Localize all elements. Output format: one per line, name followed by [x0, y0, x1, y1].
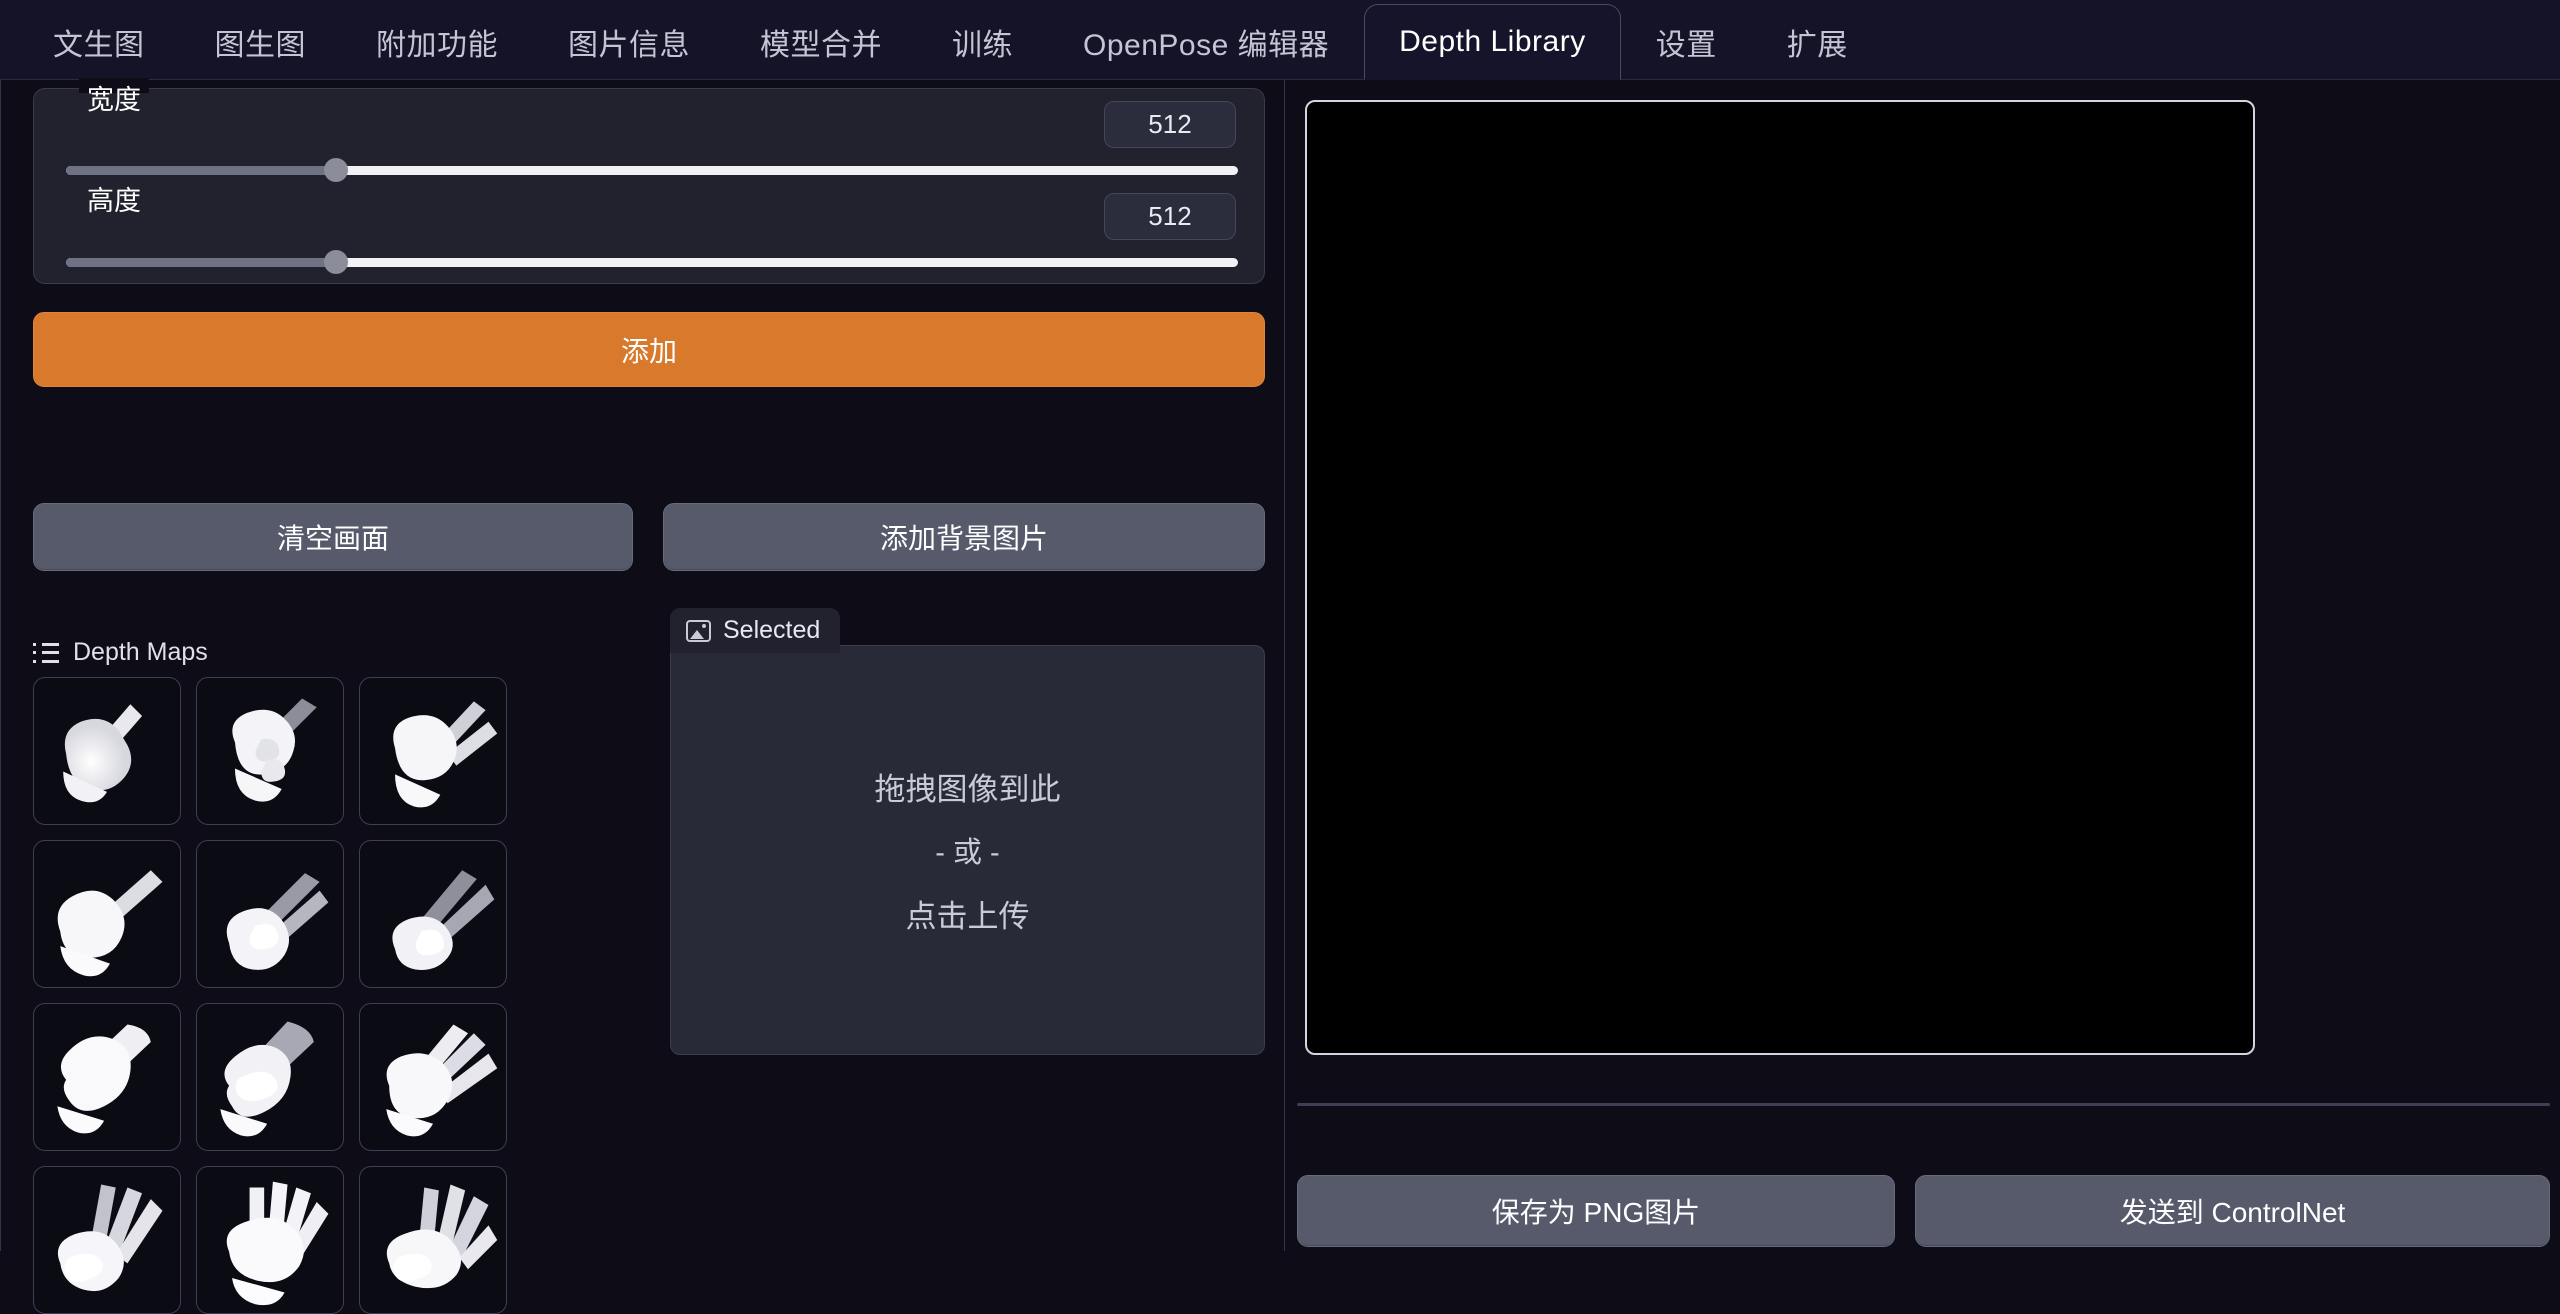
tab-image-to-image[interactable]: 图生图	[180, 3, 342, 79]
depth-map-thumb-hand-three-spread[interactable]	[33, 1166, 181, 1314]
send-to-controlnet-button[interactable]: 发送到 ControlNet	[1915, 1175, 2550, 1247]
add-background-image-button[interactable]: 添加背景图片	[663, 503, 1265, 571]
depth-map-thumb-hand-three-fingers[interactable]	[359, 1003, 507, 1151]
panel-left-edge	[0, 80, 1, 1251]
left-panel: 宽度 512 高度 512 添加 清空画面 添加背景图片 Depth Maps …	[0, 78, 1285, 1314]
tab-openpose-editor[interactable]: OpenPose 编辑器	[1048, 3, 1364, 79]
canvas-divider	[1297, 1103, 2550, 1106]
width-control-row: 宽度 512	[34, 78, 1266, 185]
image-icon	[686, 619, 711, 642]
selected-badge: Selected	[670, 608, 841, 653]
depth-maps-title: Depth Maps	[73, 638, 208, 666]
width-slider-fill	[66, 166, 336, 175]
depth-map-thumb-hand-flat-1[interactable]	[33, 1003, 181, 1151]
width-input[interactable]: 512	[1104, 101, 1236, 148]
tab-train[interactable]: 训练	[917, 3, 1048, 79]
height-slider-thumb[interactable]	[323, 250, 348, 274]
tab-settings[interactable]: 设置	[1621, 3, 1752, 79]
width-slider-thumb[interactable]	[323, 158, 348, 182]
height-slider[interactable]	[66, 250, 1238, 274]
dropzone-line-or: - 或 -	[935, 837, 1000, 869]
dimension-controls-panel: 宽度 512 高度 512	[33, 78, 1266, 284]
depth-map-thumb-hand-four-fingers[interactable]	[359, 1166, 507, 1314]
tab-png-info[interactable]: 图片信息	[533, 3, 725, 79]
width-label: 宽度	[79, 78, 149, 117]
dropzone-line-drag: 拖拽图像到此	[874, 772, 1061, 807]
depth-map-thumb-hand-thumb-across[interactable]	[196, 1003, 344, 1151]
depth-map-thumb-hand-peace-3[interactable]	[359, 840, 507, 988]
right-panel: 保存为 PNG图片 发送到 ControlNet	[1285, 80, 2560, 1251]
width-slider[interactable]	[66, 158, 1238, 182]
list-icon	[33, 642, 59, 663]
dropzone-line-click-upload: 点击上传	[905, 899, 1030, 934]
tab-extensions[interactable]: 扩展	[1752, 3, 1883, 79]
tab-extras[interactable]: 附加功能	[341, 3, 533, 79]
height-input[interactable]: 512	[1104, 193, 1236, 240]
workspace: 宽度 512 高度 512 添加 清空画面 添加背景图片 Depth Maps …	[0, 78, 2560, 1314]
image-dropzone[interactable]: 拖拽图像到此 - 或 - 点击上传	[670, 645, 1265, 1055]
tab-checkpoint-merger[interactable]: 模型合并	[725, 3, 917, 79]
depth-map-thumb-hand-point-up-1[interactable]	[33, 677, 181, 825]
depth-map-thumb-hand-peace-1[interactable]	[359, 677, 507, 825]
depth-map-thumb-hand-point-diagonal[interactable]	[33, 840, 181, 988]
height-control-row: 高度 512	[34, 179, 1266, 277]
height-label: 高度	[79, 179, 149, 218]
save-png-button[interactable]: 保存为 PNG图片	[1297, 1175, 1895, 1247]
depth-canvas[interactable]	[1305, 100, 2255, 1055]
depth-map-thumb-hand-open-palm[interactable]	[196, 1166, 344, 1314]
tab-depth-library[interactable]: Depth Library	[1364, 4, 1621, 80]
depth-map-thumb-hand-point-up-2[interactable]	[196, 677, 344, 825]
selected-badge-label: Selected	[723, 616, 821, 644]
depth-map-grid	[33, 677, 533, 1314]
depth-map-thumb-hand-peace-2[interactable]	[196, 840, 344, 988]
main-tab-bar: 文生图 图生图 附加功能 图片信息 模型合并 训练 OpenPose 编辑器 D…	[0, 0, 2560, 80]
add-button[interactable]: 添加	[33, 312, 1265, 387]
depth-maps-header: Depth Maps	[33, 638, 208, 667]
tab-text-to-image[interactable]: 文生图	[18, 3, 180, 79]
clear-canvas-button[interactable]: 清空画面	[33, 503, 633, 571]
height-slider-fill	[66, 258, 336, 267]
